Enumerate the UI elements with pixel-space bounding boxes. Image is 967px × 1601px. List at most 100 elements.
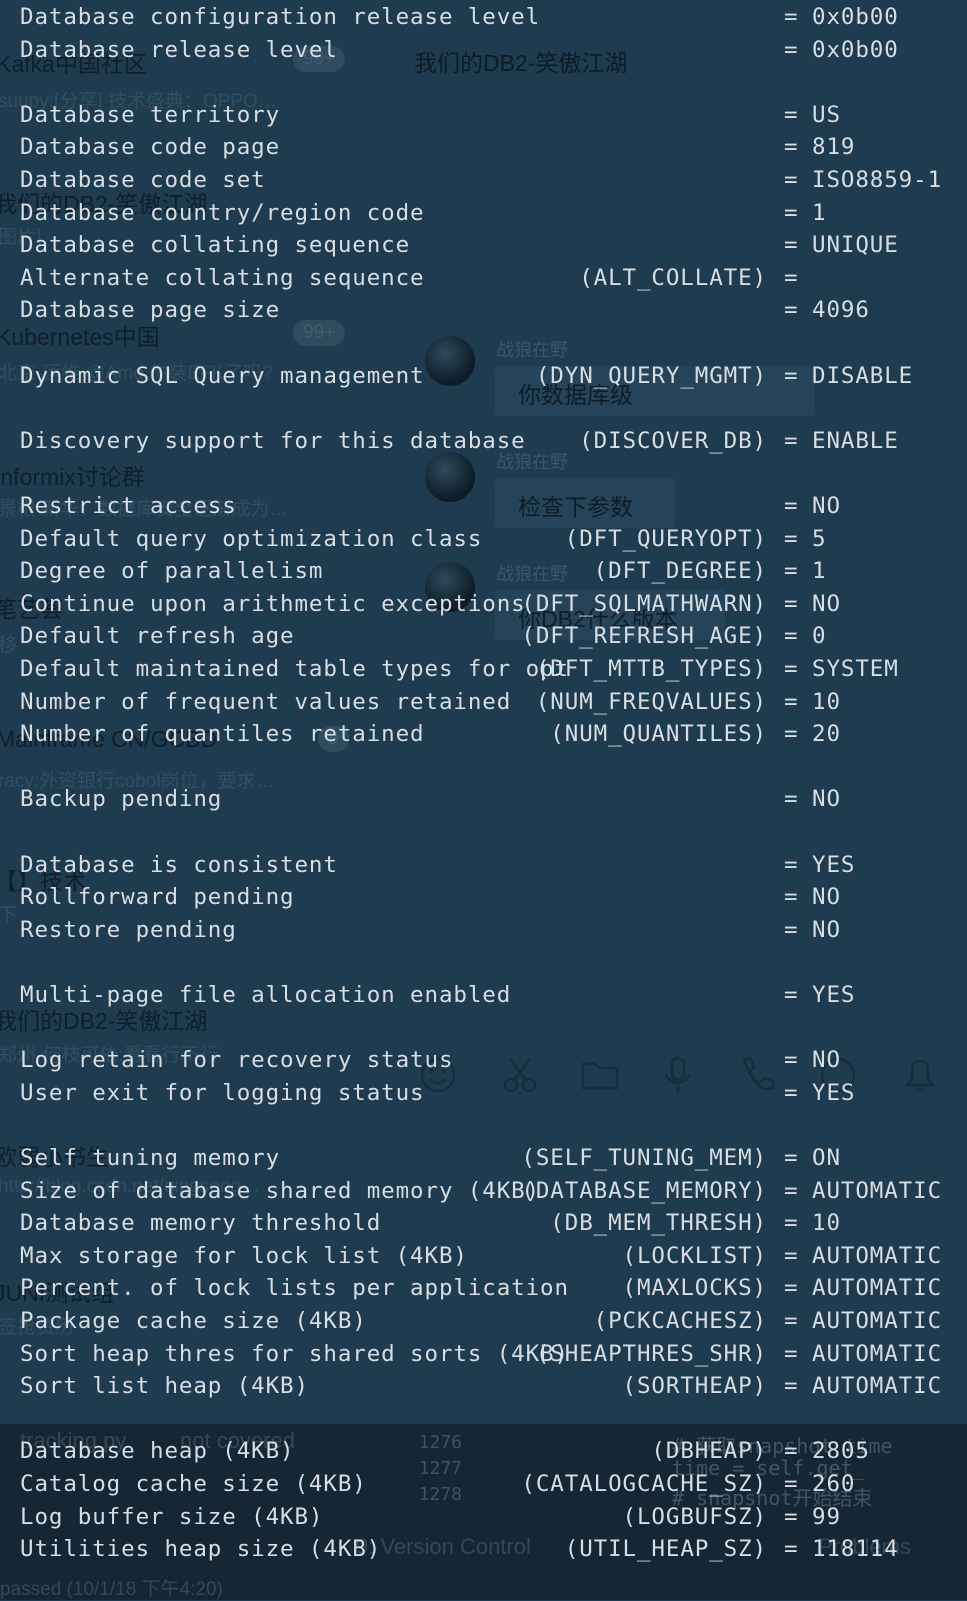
config-row: Database collating sequence = UNIQUE [0, 229, 967, 262]
equals-sign: = [784, 982, 799, 1008]
config-label: Sort heap thres for shared sorts (4KB) [20, 1340, 569, 1367]
config-value: 10 [812, 688, 841, 715]
config-value: 1 [812, 558, 827, 585]
config-row: Package cache size (4KB) (PCKCACHESZ) = AUT… [0, 1305, 967, 1338]
config-row: Default query optimization class (DFT_QUE… [0, 523, 967, 556]
equals-sign: = [784, 916, 799, 943]
config-row: Default refresh age (DFT_REFRESH_AGE) = 0 [0, 620, 967, 653]
config-parameter: (DFT_MTTB_TYPES) [535, 656, 767, 682]
equals-sign: = [784, 558, 799, 585]
config-label: Database country/region code [20, 199, 425, 226]
config-label: Database is consistent [20, 851, 338, 878]
equals-sign: = [784, 1438, 799, 1465]
equals-sign: = [784, 623, 799, 650]
config-value: 20 [812, 721, 841, 748]
config-value: DISABLE [812, 362, 914, 389]
equals-sign: = [784, 264, 799, 291]
equals-sign: = [784, 721, 799, 748]
config-label: Continue upon arithmetic exceptions [20, 590, 526, 617]
config-row: Degree of parallelism (DFT_DEGREE) = 1 [0, 555, 967, 588]
config-value: UNIQUE [812, 232, 899, 259]
config-label: Backup pending [20, 786, 223, 813]
equals-sign: = [784, 1340, 799, 1367]
config-label: Package cache size (4KB) [20, 1308, 367, 1334]
config-value: 819 [812, 134, 856, 161]
config-parameter: (SORTHEAP) [622, 1373, 767, 1400]
config-row: Log buffer size (4KB) (LOGBUFSZ) = 99 [0, 1501, 967, 1534]
config-row: Sort heap thres for shared sorts (4KB) (S… [0, 1338, 967, 1371]
config-value: 0x0b00 [812, 36, 899, 63]
config-row: Multi-page file allocation enabled = YES [0, 979, 967, 1012]
config-label: Restrict access [20, 493, 237, 519]
config-parameter: (PCKCACHESZ) [593, 1308, 767, 1334]
config-row: Size of database shared memory (4KB) (DAT… [0, 1175, 967, 1208]
config-value: YES [812, 851, 856, 878]
config-parameter: (NUM_FREQVALUES) [535, 688, 767, 715]
equals-sign: = [784, 1373, 799, 1400]
config-value: 10 [812, 1210, 841, 1237]
equals-sign: = [784, 36, 799, 63]
config-row: Database configuration release level = 0x0… [0, 1, 967, 34]
config-value: AUTOMATIC [812, 1177, 943, 1204]
config-value: 2805 [812, 1438, 870, 1465]
config-row: Dynamic SQL Query management (DYN_QUERY_M… [0, 360, 967, 393]
equals-sign: = [784, 688, 799, 715]
config-label: Dynamic SQL Query management [20, 362, 425, 389]
config-row: Database code set = ISO8859-1 [0, 164, 967, 197]
config-label: Number of quantiles retained [20, 721, 425, 748]
config-row: Discovery support for this database (DISC… [0, 425, 967, 458]
equals-sign: = [784, 1145, 799, 1171]
config-value: ON [812, 1145, 841, 1171]
config-label: Restore pending [20, 916, 237, 943]
equals-sign: = [784, 1471, 799, 1497]
equals-sign: = [784, 427, 799, 454]
config-parameter: (SHEAPTHRES_SHR) [535, 1340, 767, 1367]
config-value: 0 [812, 623, 827, 650]
config-parameter: (LOGBUFSZ) [622, 1503, 767, 1530]
config-parameter: (DISCOVER_DB) [579, 427, 767, 454]
config-parameter: (DFT_SQLMATHWARN) [521, 590, 767, 617]
config-row: Default maintained table types for opt (D… [0, 653, 967, 686]
config-parameter: (LOCKLIST) [622, 1242, 767, 1269]
config-parameter: (DFT_QUERYOPT) [564, 525, 767, 552]
config-label: Size of database shared memory (4KB) [20, 1177, 541, 1204]
config-label: Alternate collating sequence [20, 264, 425, 291]
config-label: Rollforward pending [20, 884, 295, 911]
equals-sign: = [784, 362, 799, 389]
equals-sign: = [784, 493, 799, 519]
config-row: Database is consistent = YES [0, 849, 967, 882]
config-value: 118114 [812, 1536, 899, 1563]
config-label: Log buffer size (4KB) [20, 1503, 324, 1530]
equals-sign: = [784, 1503, 799, 1530]
equals-sign: = [784, 1210, 799, 1237]
equals-sign: = [784, 4, 799, 30]
config-row: Max storage for lock list (4KB) (LOCKLIST… [0, 1240, 967, 1273]
config-label: Utilities heap size (4KB) [20, 1536, 382, 1563]
equals-sign: = [784, 884, 799, 911]
config-parameter: (DBHEAP) [651, 1438, 767, 1465]
config-label: Max storage for lock list (4KB) [20, 1242, 468, 1269]
config-parameter: (UTIL_HEAP_SZ) [564, 1536, 767, 1563]
equals-sign: = [784, 1177, 799, 1204]
config-label: Database heap (4KB) [20, 1438, 295, 1465]
config-label: Log retain for recovery status [20, 1047, 454, 1074]
config-value: AUTOMATIC [812, 1340, 943, 1367]
equals-sign: = [784, 101, 799, 128]
config-row: Backup pending = NO [0, 783, 967, 816]
config-value: AUTOMATIC [812, 1308, 943, 1334]
config-row: Self tuning memory (SELF_TUNING_MEM) = ON [0, 1142, 967, 1175]
config-parameter: (ALT_COLLATE) [579, 264, 767, 291]
config-row: Database page size = 4096 [0, 294, 967, 327]
config-row: Percent. of lock lists per application (M… [0, 1272, 967, 1305]
config-row: Utilities heap size (4KB) (UTIL_HEAP_SZ) =… [0, 1533, 967, 1566]
config-parameter: (NUM_QUANTILES) [550, 721, 767, 748]
config-label: Database configuration release level [20, 4, 541, 30]
config-parameter: (MAXLOCKS) [622, 1275, 767, 1302]
equals-sign: = [784, 1536, 799, 1563]
config-value: NO [812, 786, 841, 813]
config-label: Database collating sequence [20, 232, 411, 259]
config-row: Database heap (4KB) (DBHEAP) = 2805 [0, 1435, 967, 1468]
config-label: Catalog cache size (4KB) [20, 1471, 367, 1497]
config-value: NO [812, 590, 841, 617]
config-parameter: (DFT_REFRESH_AGE) [521, 623, 767, 650]
